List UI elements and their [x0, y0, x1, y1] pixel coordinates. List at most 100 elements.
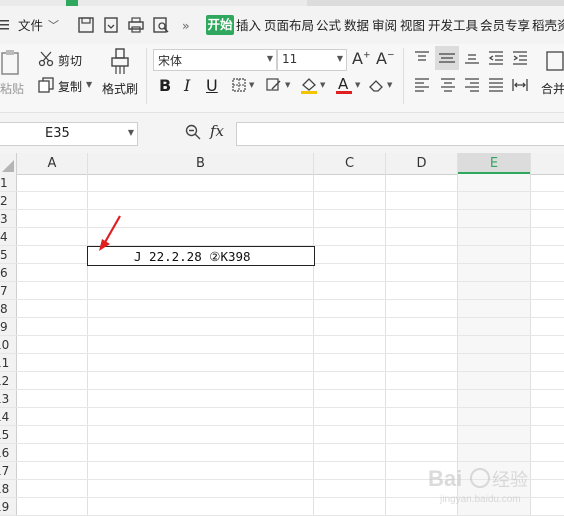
row-header[interactable]: 14	[0, 410, 9, 424]
eraser-dropdown-icon[interactable]: ▼	[387, 81, 392, 89]
border-icon[interactable]	[232, 78, 246, 92]
row-divider	[0, 371, 564, 372]
align-top-icon[interactable]	[414, 51, 430, 65]
font-color-dropdown-icon[interactable]: ▼	[355, 81, 360, 89]
column-header-d[interactable]: D	[386, 153, 457, 174]
tab-view[interactable]: 视图	[400, 16, 425, 36]
tab-formulas[interactable]: 公式	[316, 16, 341, 36]
row-header[interactable]: 8	[0, 302, 14, 316]
format-painter-button[interactable]: 格式刷	[102, 80, 138, 97]
row-header[interactable]: 19	[0, 500, 9, 514]
cut-button[interactable]: 剪切	[58, 52, 82, 69]
font-color-icon[interactable]: A	[336, 75, 352, 94]
title-strip-right	[307, 0, 564, 6]
cell-style-dropdown-icon[interactable]: ▼	[285, 81, 290, 89]
row-header[interactable]: 3	[0, 212, 14, 226]
cell-style-icon[interactable]	[266, 78, 282, 92]
formula-input[interactable]	[236, 122, 564, 146]
fill-color-icon[interactable]	[300, 76, 318, 94]
font-name-select[interactable]: 宋体 ▼	[153, 49, 277, 71]
name-box-dropdown-icon[interactable]: ▼	[128, 128, 134, 137]
row-divider	[0, 335, 564, 336]
row-header[interactable]: 2	[0, 194, 14, 208]
font-size-value: 11	[282, 52, 298, 66]
tab-insert[interactable]: 插入	[236, 16, 261, 36]
decrease-indent-icon[interactable]	[488, 51, 504, 65]
more-tabs-button[interactable]: »	[182, 16, 190, 36]
align-middle-icon[interactable]	[435, 46, 459, 70]
select-all-corner[interactable]	[0, 153, 17, 174]
paste-icon[interactable]	[0, 48, 22, 76]
row-header[interactable]: 16	[0, 446, 9, 460]
merge-cells-icon[interactable]	[546, 48, 564, 74]
tab-docer[interactable]: 稻壳资	[532, 16, 564, 36]
name-box[interactable]: E35 ▼	[0, 122, 138, 146]
align-left-icon[interactable]	[414, 78, 430, 92]
tab-member[interactable]: 会员专享	[480, 16, 530, 36]
copy-dropdown-icon[interactable]: ▼	[86, 80, 92, 89]
underline-icon[interactable]: U	[206, 76, 218, 95]
tab-page-layout[interactable]: 页面布局	[264, 16, 314, 36]
decrease-font-icon[interactable]: A−	[376, 49, 395, 68]
row-header[interactable]: 9	[0, 320, 14, 334]
row-header[interactable]: 11	[0, 356, 9, 370]
export-pdf-icon[interactable]	[103, 17, 119, 33]
justify-icon[interactable]	[488, 78, 504, 92]
scissors-icon[interactable]	[38, 51, 54, 67]
copy-button[interactable]: 复制	[58, 78, 82, 95]
ribbon-separator	[146, 48, 147, 104]
row-divider	[0, 317, 564, 318]
column-header-c[interactable]: C	[314, 153, 385, 174]
red-arrow-annotation	[96, 214, 126, 252]
font-name-dropdown-icon[interactable]: ▼	[267, 54, 273, 63]
distributed-align-icon[interactable]	[512, 78, 528, 92]
file-menu[interactable]: 文件	[18, 16, 43, 36]
row-header[interactable]: 4	[0, 230, 14, 244]
paste-button[interactable]: 粘贴	[0, 80, 24, 97]
baidu-watermark: Bai 经验 jingyan.baidu.com	[420, 456, 560, 506]
tab-review[interactable]: 审阅	[372, 16, 397, 36]
zoom-search-icon[interactable]	[185, 124, 201, 140]
save-icon[interactable]	[78, 17, 94, 33]
column-header-e[interactable]: E	[458, 153, 530, 174]
copy-icon[interactable]	[38, 77, 54, 93]
row-header[interactable]: 5	[0, 248, 14, 262]
row-divider	[0, 353, 564, 354]
row-header[interactable]: 1	[0, 176, 14, 190]
merge-cells-button[interactable]: 合并	[541, 80, 564, 97]
font-size-dropdown-icon[interactable]: ▼	[337, 54, 343, 63]
column-header-a[interactable]: A	[17, 153, 87, 174]
tab-home[interactable]: 开始	[206, 15, 234, 35]
format-painter-icon[interactable]	[110, 48, 130, 76]
row-divider	[0, 389, 564, 390]
increase-font-icon[interactable]: A+	[352, 49, 371, 68]
row-header[interactable]: 13	[0, 392, 9, 406]
italic-icon[interactable]: I	[184, 76, 190, 95]
row-header[interactable]: 7	[0, 284, 14, 298]
font-size-select[interactable]: 11 ▼	[277, 49, 347, 71]
row-header[interactable]: 6	[0, 266, 14, 280]
increase-indent-icon[interactable]	[512, 51, 528, 65]
bold-icon[interactable]: B	[159, 76, 171, 95]
row-header[interactable]: 12	[0, 374, 9, 388]
column-header-b[interactable]: B	[88, 153, 313, 174]
cell-b6-text: J 22.2.28 ②K398	[134, 249, 251, 264]
row-header[interactable]: 15	[0, 428, 9, 442]
row-header[interactable]: 10	[0, 338, 9, 352]
align-right-icon[interactable]	[464, 78, 480, 92]
border-dropdown-icon[interactable]: ▼	[249, 81, 254, 89]
row-divider	[0, 281, 564, 282]
chevron-down-icon[interactable]: ﹀	[48, 17, 59, 33]
print-preview-icon[interactable]	[153, 17, 169, 33]
row-header[interactable]: 17	[0, 464, 9, 478]
row-header[interactable]: 18	[0, 482, 9, 496]
fill-color-dropdown-icon[interactable]: ▼	[320, 81, 325, 89]
tab-data[interactable]: 数据	[344, 16, 369, 36]
tab-developer[interactable]: 开发工具	[428, 16, 478, 36]
insert-function-button[interactable]: fx	[210, 122, 224, 140]
align-center-icon[interactable]	[440, 78, 456, 92]
print-icon[interactable]	[128, 17, 144, 33]
eraser-icon[interactable]	[368, 78, 384, 92]
hamburger-menu-icon[interactable]	[0, 18, 10, 32]
align-bottom-icon[interactable]	[464, 51, 480, 65]
